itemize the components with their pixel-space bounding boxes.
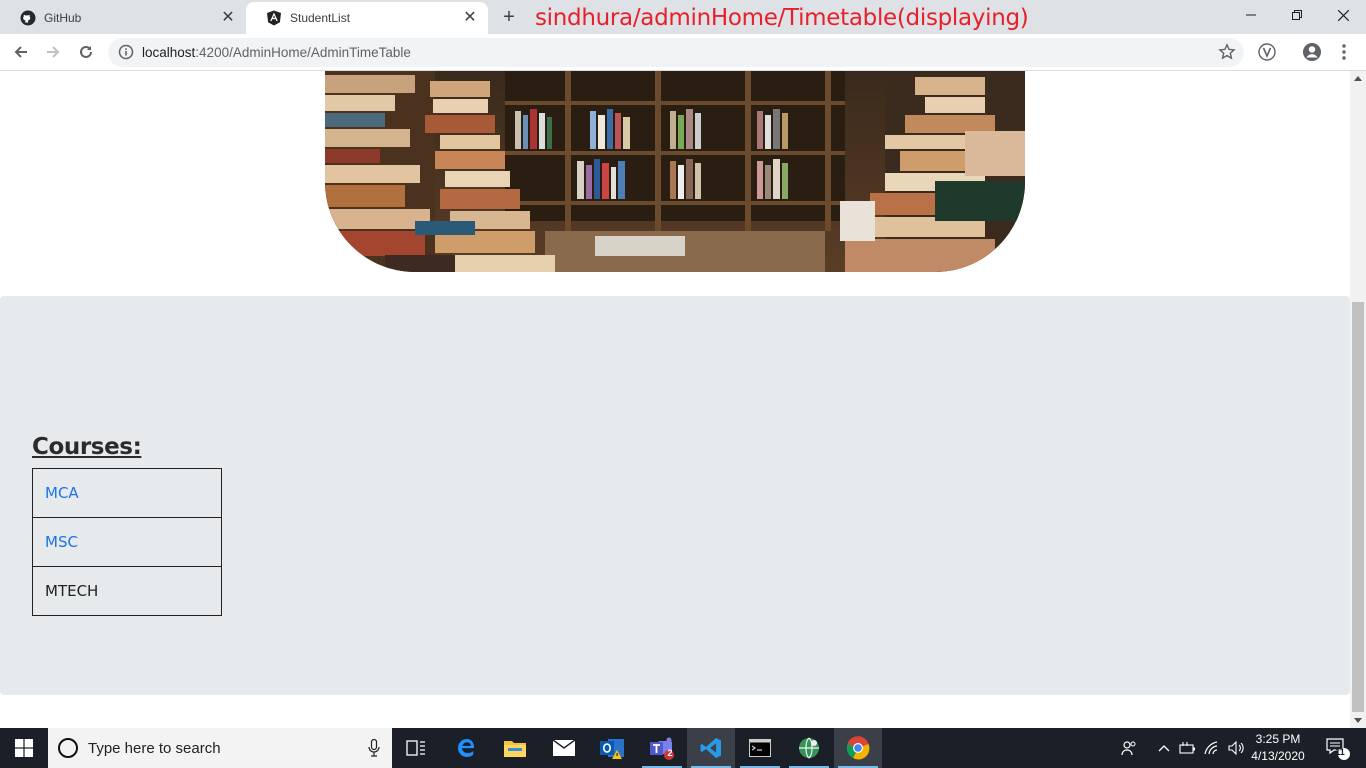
wifi-tray-icon[interactable] (1202, 728, 1224, 768)
microphone-icon[interactable] (368, 739, 380, 757)
network-app[interactable] (785, 728, 833, 768)
browser-toolbar: localhost:4200/AdminHome/AdminTimeTable (0, 34, 1366, 71)
table-cell: MCA (32, 468, 222, 518)
close-window-button[interactable] (1320, 0, 1366, 30)
close-tab-icon[interactable]: ✕ (462, 10, 478, 26)
people-tray-button[interactable] (1115, 728, 1143, 768)
task-view-icon (406, 740, 425, 756)
new-tab-button[interactable]: + (498, 7, 520, 29)
terminal-app[interactable] (736, 728, 784, 768)
people-icon (1121, 741, 1136, 756)
course-link-msc[interactable]: MSC (45, 533, 78, 551)
windows-taskbar: Type here to search 3:25 PM 4/13/2020 11… (0, 728, 1366, 768)
screenshot-annotation: sindhura/adminHome/Timetable(displaying) (535, 5, 1029, 31)
course-link-mca[interactable]: MCA (45, 484, 79, 502)
clock-date: 4/13/2020 (1251, 749, 1305, 763)
folder-icon (504, 741, 526, 757)
chrome-icon (846, 736, 870, 760)
outlook-app[interactable] (589, 728, 637, 768)
menu-kebab-icon[interactable] (1334, 42, 1354, 62)
restore-button[interactable] (1274, 0, 1320, 30)
tab-github[interactable]: GitHub ✕ (0, 2, 247, 34)
angular-icon (266, 10, 282, 26)
notification-count: 11 (1335, 747, 1345, 757)
outlook-icon (600, 739, 624, 759)
chrome-app[interactable] (834, 728, 882, 768)
library-banner-image (325, 71, 1025, 272)
github-icon (20, 10, 36, 26)
scrollbar-thumb[interactable] (1352, 302, 1364, 712)
taskbar-clock[interactable]: 3:25 PM 4/13/2020 (1245, 731, 1311, 765)
page-viewport: Courses: MCA MSC MTECH (0, 71, 1350, 728)
forward-button[interactable] (40, 39, 66, 65)
mail-icon (553, 740, 575, 756)
address-bar[interactable]: localhost:4200/AdminHome/AdminTimeTable (108, 38, 1244, 67)
browser-tab-strip: GitHub ✕ StudentList ✕ + sindhura/adminH… (0, 0, 1366, 34)
extension-v-icon[interactable] (1257, 42, 1277, 62)
profile-avatar-icon[interactable] (1302, 42, 1322, 62)
tab-title: GitHub (44, 11, 82, 25)
url-path: :4200/AdminHome/AdminTimeTable (195, 45, 411, 60)
start-button[interactable] (0, 728, 48, 768)
table-cell: MTECH (32, 566, 222, 616)
cortana-circle-icon (58, 738, 78, 758)
teams-app[interactable] (638, 728, 686, 768)
teams-badge: 2 (667, 748, 673, 758)
scroll-up-arrow-icon[interactable] (1354, 76, 1362, 81)
minimize-button[interactable] (1228, 0, 1274, 30)
edge-icon (458, 739, 475, 757)
mail-app[interactable] (540, 728, 588, 768)
arrow-right-icon (47, 46, 60, 58)
courses-table: MCA MSC MTECH (32, 468, 222, 616)
close-tab-icon[interactable]: ✕ (220, 10, 236, 26)
table-row: MSC (32, 517, 222, 567)
info-icon[interactable] (118, 44, 134, 60)
scroll-down-arrow-icon[interactable] (1354, 718, 1362, 723)
globe-app-icon (799, 737, 819, 759)
reload-icon (80, 45, 92, 58)
course-label-mtech: MTECH (45, 582, 99, 600)
courses-heading: Courses: (32, 434, 142, 460)
windows-logo-icon (15, 739, 33, 757)
chevron-up-icon (1158, 745, 1170, 752)
search-placeholder: Type here to search (88, 740, 221, 757)
back-button[interactable] (8, 39, 34, 65)
table-row: MTECH (32, 566, 222, 616)
terminal-icon (749, 739, 771, 757)
page-scrollbar[interactable] (1350, 71, 1366, 728)
url-host: localhost (142, 45, 196, 60)
timetable-panel: Courses: MCA MSC MTECH (0, 296, 1350, 695)
file-explorer-app[interactable] (491, 728, 539, 768)
url-text[interactable]: localhost:4200/AdminHome/AdminTimeTable (142, 45, 411, 60)
taskbar-search-box[interactable]: Type here to search (48, 728, 392, 768)
tab-studentlist[interactable]: StudentList ✕ (246, 2, 488, 34)
vscode-icon (700, 738, 721, 758)
arrow-left-icon (14, 46, 27, 58)
tab-title: StudentList (290, 11, 351, 25)
reload-button[interactable] (73, 39, 99, 65)
battery-tray-icon[interactable] (1177, 728, 1199, 768)
vscode-app[interactable] (687, 728, 735, 768)
bookmark-star-icon[interactable] (1218, 43, 1236, 61)
show-hidden-icons-button[interactable] (1155, 728, 1173, 768)
clock-time: 3:25 PM (1255, 732, 1301, 746)
table-cell: MSC (32, 517, 222, 567)
table-row: MCA (32, 468, 222, 518)
edge-app[interactable] (443, 728, 491, 768)
task-view-button[interactable] (392, 728, 440, 768)
